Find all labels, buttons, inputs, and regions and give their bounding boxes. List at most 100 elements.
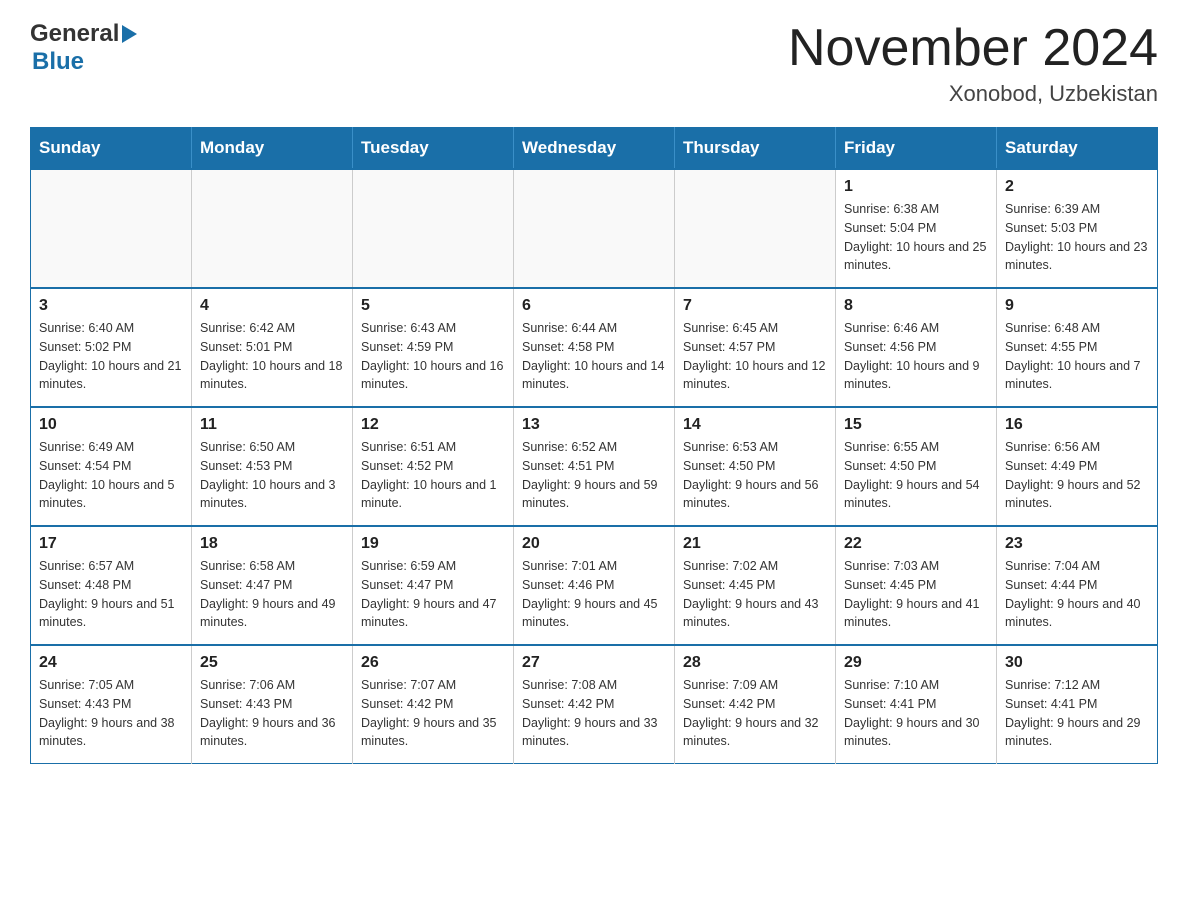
day-cell: 1 Sunrise: 6:38 AMSunset: 5:04 PMDaylight… bbox=[836, 169, 997, 288]
day-cell: 29 Sunrise: 7:10 AMSunset: 4:41 PMDayligh… bbox=[836, 645, 997, 764]
col-header-monday: Monday bbox=[192, 128, 353, 170]
calendar-table: SundayMondayTuesdayWednesdayThursdayFrid… bbox=[30, 127, 1158, 764]
day-number: 14 bbox=[683, 416, 827, 434]
week-row-1: 1 Sunrise: 6:38 AMSunset: 5:04 PMDaylight… bbox=[31, 169, 1158, 288]
day-cell: 4Sunrise: 6:42 AMSunset: 5:01 PMDaylight… bbox=[192, 288, 353, 407]
day-number: 8 bbox=[844, 297, 988, 315]
day-cell: 3 Sunrise: 6:40 AMSunset: 5:02 PMDaylight… bbox=[31, 288, 192, 407]
day-cell bbox=[514, 169, 675, 288]
day-number: 6 bbox=[522, 297, 666, 315]
day-info: Sunrise: 6:43 AMSunset: 4:59 PMDaylight:… bbox=[361, 319, 505, 394]
week-row-3: 10 Sunrise: 6:49 AMSunset: 4:54 PMDayligh… bbox=[31, 407, 1158, 526]
day-cell: 20Sunrise: 7:01 AMSunset: 4:46 PMDayligh… bbox=[514, 526, 675, 645]
day-number: 24 bbox=[39, 654, 183, 672]
day-info: Sunrise: 6:39 AMSunset: 5:03 PMDaylight:… bbox=[1005, 200, 1149, 275]
day-info: Sunrise: 6:59 AMSunset: 4:47 PMDaylight:… bbox=[361, 557, 505, 632]
page-header: General Blue November 2024 Xonobod, Uzbe… bbox=[30, 20, 1158, 107]
day-number: 3 bbox=[39, 297, 183, 315]
day-number: 15 bbox=[844, 416, 988, 434]
day-info: Sunrise: 7:05 AMSunset: 4:43 PMDaylight:… bbox=[39, 676, 183, 751]
day-cell: 2 Sunrise: 6:39 AMSunset: 5:03 PMDaylight… bbox=[997, 169, 1158, 288]
day-number: 16 bbox=[1005, 416, 1149, 434]
day-cell bbox=[31, 169, 192, 288]
day-cell: 19 Sunrise: 6:59 AMSunset: 4:47 PMDayligh… bbox=[353, 526, 514, 645]
day-info: Sunrise: 6:55 AMSunset: 4:50 PMDaylight:… bbox=[844, 438, 988, 513]
day-info: Sunrise: 6:38 AMSunset: 5:04 PMDaylight:… bbox=[844, 200, 988, 275]
day-number: 19 bbox=[361, 535, 505, 553]
week-row-2: 3 Sunrise: 6:40 AMSunset: 5:02 PMDaylight… bbox=[31, 288, 1158, 407]
day-cell: 14 Sunrise: 6:53 AMSunset: 4:50 PMDayligh… bbox=[675, 407, 836, 526]
day-number: 11 bbox=[200, 416, 344, 434]
day-cell: 22Sunrise: 7:03 AMSunset: 4:45 PMDayligh… bbox=[836, 526, 997, 645]
day-info: Sunrise: 6:53 AMSunset: 4:50 PMDaylight:… bbox=[683, 438, 827, 513]
day-cell: 30 Sunrise: 7:12 AMSunset: 4:41 PMDayligh… bbox=[997, 645, 1158, 764]
day-cell: 7Sunrise: 6:45 AMSunset: 4:57 PMDaylight… bbox=[675, 288, 836, 407]
day-number: 17 bbox=[39, 535, 183, 553]
day-cell: 8 Sunrise: 6:46 AMSunset: 4:56 PMDaylight… bbox=[836, 288, 997, 407]
col-header-tuesday: Tuesday bbox=[353, 128, 514, 170]
day-number: 28 bbox=[683, 654, 827, 672]
day-info: Sunrise: 7:04 AMSunset: 4:44 PMDaylight:… bbox=[1005, 557, 1149, 632]
location-subtitle: Xonobod, Uzbekistan bbox=[788, 81, 1158, 107]
day-info: Sunrise: 7:01 AMSunset: 4:46 PMDaylight:… bbox=[522, 557, 666, 632]
day-number: 27 bbox=[522, 654, 666, 672]
day-cell: 15 Sunrise: 6:55 AMSunset: 4:50 PMDayligh… bbox=[836, 407, 997, 526]
day-cell: 10 Sunrise: 6:49 AMSunset: 4:54 PMDayligh… bbox=[31, 407, 192, 526]
col-header-friday: Friday bbox=[836, 128, 997, 170]
logo-blue-text: Blue bbox=[32, 48, 84, 75]
day-info: Sunrise: 7:02 AMSunset: 4:45 PMDaylight:… bbox=[683, 557, 827, 632]
day-cell: 26Sunrise: 7:07 AMSunset: 4:42 PMDayligh… bbox=[353, 645, 514, 764]
day-number: 18 bbox=[200, 535, 344, 553]
day-info: Sunrise: 7:12 AMSunset: 4:41 PMDaylight:… bbox=[1005, 676, 1149, 751]
day-cell: 13 Sunrise: 6:52 AMSunset: 4:51 PMDayligh… bbox=[514, 407, 675, 526]
day-cell bbox=[192, 169, 353, 288]
day-number: 2 bbox=[1005, 178, 1149, 196]
day-number: 29 bbox=[844, 654, 988, 672]
day-info: Sunrise: 6:44 AMSunset: 4:58 PMDaylight:… bbox=[522, 319, 666, 394]
day-info: Sunrise: 6:51 AMSunset: 4:52 PMDaylight:… bbox=[361, 438, 505, 513]
week-row-5: 24 Sunrise: 7:05 AMSunset: 4:43 PMDayligh… bbox=[31, 645, 1158, 764]
day-info: Sunrise: 6:46 AMSunset: 4:56 PMDaylight:… bbox=[844, 319, 988, 394]
day-cell: 12 Sunrise: 6:51 AMSunset: 4:52 PMDayligh… bbox=[353, 407, 514, 526]
day-info: Sunrise: 6:49 AMSunset: 4:54 PMDaylight:… bbox=[39, 438, 183, 513]
day-info: Sunrise: 6:52 AMSunset: 4:51 PMDaylight:… bbox=[522, 438, 666, 513]
day-number: 5 bbox=[361, 297, 505, 315]
day-cell: 6 Sunrise: 6:44 AMSunset: 4:58 PMDaylight… bbox=[514, 288, 675, 407]
title-block: November 2024 Xonobod, Uzbekistan bbox=[788, 20, 1158, 107]
day-info: Sunrise: 7:07 AMSunset: 4:42 PMDaylight:… bbox=[361, 676, 505, 751]
col-header-saturday: Saturday bbox=[997, 128, 1158, 170]
col-header-thursday: Thursday bbox=[675, 128, 836, 170]
day-cell: 25 Sunrise: 7:06 AMSunset: 4:43 PMDayligh… bbox=[192, 645, 353, 764]
day-info: Sunrise: 7:08 AMSunset: 4:42 PMDaylight:… bbox=[522, 676, 666, 751]
calendar-header-row: SundayMondayTuesdayWednesdayThursdayFrid… bbox=[31, 128, 1158, 170]
day-number: 12 bbox=[361, 416, 505, 434]
day-cell: 16 Sunrise: 6:56 AMSunset: 4:49 PMDayligh… bbox=[997, 407, 1158, 526]
col-header-wednesday: Wednesday bbox=[514, 128, 675, 170]
day-cell: 24 Sunrise: 7:05 AMSunset: 4:43 PMDayligh… bbox=[31, 645, 192, 764]
day-number: 10 bbox=[39, 416, 183, 434]
day-info: Sunrise: 6:57 AMSunset: 4:48 PMDaylight:… bbox=[39, 557, 183, 632]
day-info: Sunrise: 6:58 AMSunset: 4:47 PMDaylight:… bbox=[200, 557, 344, 632]
day-cell bbox=[353, 169, 514, 288]
day-cell: 11Sunrise: 6:50 AMSunset: 4:53 PMDayligh… bbox=[192, 407, 353, 526]
day-number: 9 bbox=[1005, 297, 1149, 315]
logo-arrow-icon bbox=[122, 25, 137, 43]
day-number: 30 bbox=[1005, 654, 1149, 672]
day-cell: 21 Sunrise: 7:02 AMSunset: 4:45 PMDayligh… bbox=[675, 526, 836, 645]
logo: General Blue bbox=[30, 20, 137, 76]
day-number: 22 bbox=[844, 535, 988, 553]
day-cell: 18 Sunrise: 6:58 AMSunset: 4:47 PMDayligh… bbox=[192, 526, 353, 645]
col-header-sunday: Sunday bbox=[31, 128, 192, 170]
day-info: Sunrise: 7:10 AMSunset: 4:41 PMDaylight:… bbox=[844, 676, 988, 751]
day-info: Sunrise: 7:06 AMSunset: 4:43 PMDaylight:… bbox=[200, 676, 344, 751]
week-row-4: 17 Sunrise: 6:57 AMSunset: 4:48 PMDayligh… bbox=[31, 526, 1158, 645]
day-info: Sunrise: 6:40 AMSunset: 5:02 PMDaylight:… bbox=[39, 319, 183, 394]
day-cell: 17 Sunrise: 6:57 AMSunset: 4:48 PMDayligh… bbox=[31, 526, 192, 645]
day-number: 1 bbox=[844, 178, 988, 196]
day-cell bbox=[675, 169, 836, 288]
day-info: Sunrise: 6:56 AMSunset: 4:49 PMDaylight:… bbox=[1005, 438, 1149, 513]
day-number: 25 bbox=[200, 654, 344, 672]
day-cell: 27 Sunrise: 7:08 AMSunset: 4:42 PMDayligh… bbox=[514, 645, 675, 764]
day-number: 13 bbox=[522, 416, 666, 434]
day-number: 21 bbox=[683, 535, 827, 553]
